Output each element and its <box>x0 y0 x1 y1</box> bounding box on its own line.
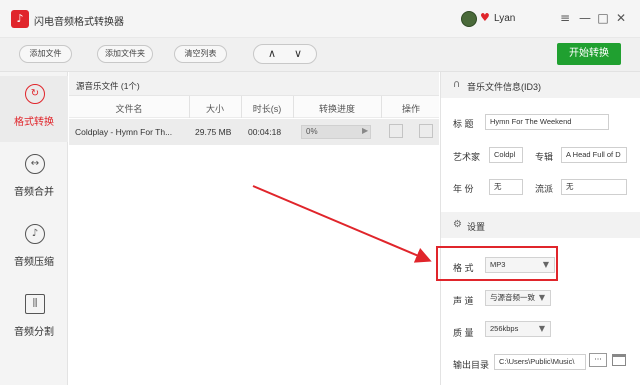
annotation-arrow <box>252 185 432 263</box>
annotation-overlay <box>252 185 432 263</box>
